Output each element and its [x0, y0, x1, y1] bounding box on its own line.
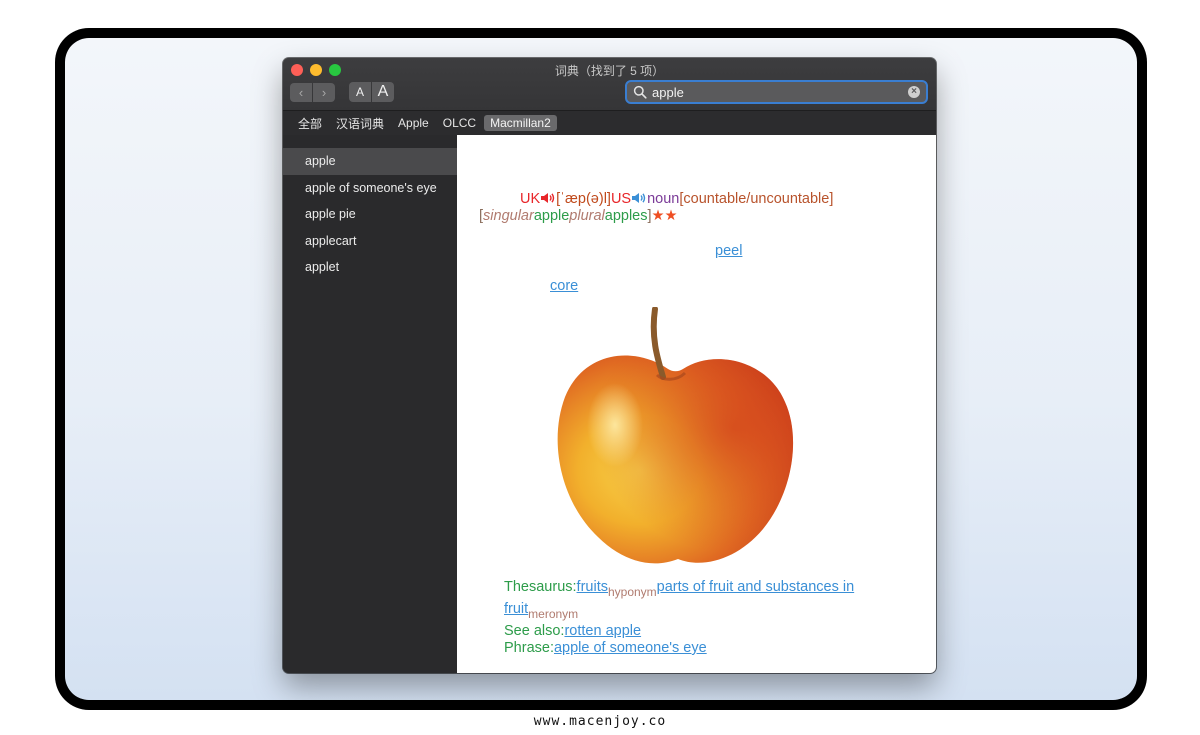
- see-also-line: See also:rotten apple: [479, 623, 889, 640]
- speaker-uk-icon[interactable]: [540, 192, 556, 204]
- tab-all[interactable]: 全部: [292, 114, 328, 133]
- clear-search-icon[interactable]: ×: [908, 86, 920, 98]
- speaker-us-icon[interactable]: [631, 192, 647, 204]
- tab-chinese-dictionary[interactable]: 汉语词典: [330, 114, 390, 133]
- sidebar-item-applet[interactable]: applet: [283, 254, 457, 281]
- grammar-label: [countable/uncountable]: [679, 191, 834, 207]
- thesaurus-label: Thesaurus:: [504, 579, 577, 595]
- tab-macmillan2[interactable]: Macmillan2: [484, 115, 557, 131]
- sidebar-item-apple-pie[interactable]: apple pie: [283, 201, 457, 228]
- device-frame: 词典（找到了 5 项） ‹ › A A ×: [55, 28, 1147, 710]
- headline-line-2: [singularapplepluralapples]★★: [479, 208, 889, 225]
- entry-headline: UK [ˈæp(ə)l]US noun[countable/uncountable]…: [479, 191, 889, 225]
- forward-button[interactable]: ›: [313, 83, 335, 102]
- definition-pane: UK [ˈæp(ə)l]US noun[countable/uncountable]…: [457, 135, 936, 673]
- phrase-label: Phrase:: [504, 640, 554, 656]
- apple-illustration: [557, 307, 794, 564]
- fruits-link[interactable]: fruits: [577, 579, 608, 595]
- tab-apple[interactable]: Apple: [392, 115, 435, 131]
- font-size-group: A A: [349, 82, 394, 102]
- search-icon: [633, 85, 647, 99]
- sidebar-item-apple-of-someones-eye[interactable]: apple of someone's eye: [283, 175, 457, 202]
- see-also-label: See also:: [504, 623, 565, 639]
- sidebar-item-apple[interactable]: apple: [283, 148, 457, 175]
- singular-label: singular: [483, 208, 534, 224]
- thesaurus-line: Thesaurus:fruitshyponymparts of fruit an…: [479, 579, 889, 623]
- phrase-link[interactable]: apple of someone's eye: [554, 640, 707, 656]
- watermark: www.macenjoy.co: [533, 714, 667, 729]
- font-smaller-button[interactable]: A: [349, 82, 371, 102]
- navigation-group: ‹ ›: [290, 83, 335, 102]
- sidebar-item-applecart[interactable]: applecart: [283, 228, 457, 255]
- meronym-label: meronym: [528, 607, 579, 621]
- plural-label: plural: [569, 208, 605, 224]
- tab-olcc[interactable]: OLCC: [437, 115, 482, 131]
- plural-form: apples: [604, 208, 648, 224]
- desktop: 词典（找到了 5 项） ‹ › A A ×: [65, 38, 1137, 700]
- headline-line-1: UK [ˈæp(ə)l]US noun[countable/uncountable]: [479, 191, 889, 208]
- part-of-speech: noun: [647, 191, 680, 207]
- back-button[interactable]: ‹: [290, 83, 312, 102]
- singular-form: apple: [533, 208, 570, 224]
- phrase-line: Phrase:apple of someone's eye: [479, 640, 889, 657]
- hyponym-label: hyponym: [607, 585, 657, 599]
- uk-pronunciation: [ˈæp(ə)l]: [556, 191, 611, 207]
- us-label: US: [610, 191, 632, 207]
- window-body: apple apple of someone's eye apple pie a…: [283, 135, 936, 673]
- core-link[interactable]: core: [550, 278, 578, 295]
- peel-link[interactable]: peel: [715, 243, 742, 260]
- frequency-stars: ★★: [651, 208, 678, 224]
- font-larger-button[interactable]: A: [372, 82, 394, 102]
- search-field[interactable]: ×: [625, 80, 928, 104]
- dictionary-tabs: 全部 汉语词典 Apple OLCC Macmillan2: [283, 110, 936, 136]
- results-sidebar: apple apple of someone's eye apple pie a…: [283, 135, 457, 673]
- uk-label: UK: [520, 191, 541, 207]
- thesaurus-section: Thesaurus:fruitshyponymparts of fruit an…: [479, 579, 889, 657]
- window-title: 词典（找到了 5 项）: [554, 64, 665, 78]
- dictionary-window: 词典（找到了 5 项） ‹ › A A ×: [283, 58, 936, 673]
- search-input[interactable]: [647, 84, 908, 100]
- titlebar: 词典（找到了 5 项） ‹ › A A ×: [283, 58, 936, 110]
- rotten-apple-link[interactable]: rotten apple: [564, 623, 641, 639]
